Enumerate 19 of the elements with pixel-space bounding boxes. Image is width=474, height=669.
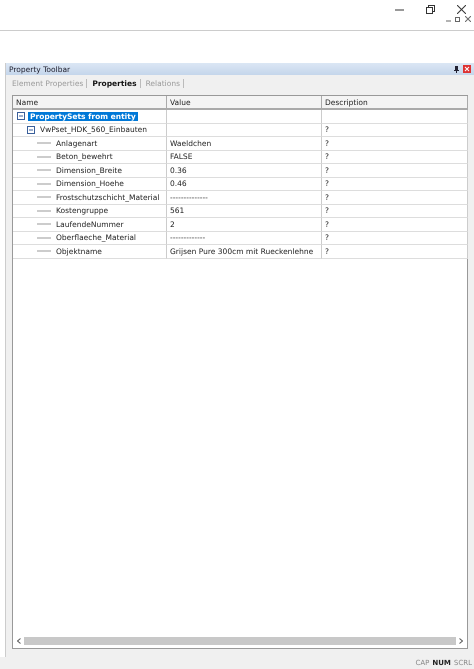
tree-line-icon bbox=[37, 236, 51, 239]
tree-line-icon bbox=[37, 210, 51, 212]
tree-line-icon bbox=[37, 156, 51, 158]
scroll-right-icon[interactable] bbox=[459, 638, 463, 644]
restore-icon[interactable] bbox=[426, 4, 435, 14]
tree-line-icon bbox=[37, 142, 51, 144]
scroll-left-icon[interactable] bbox=[17, 638, 21, 644]
scrollbar-thumb[interactable] bbox=[24, 637, 456, 645]
collapse-icon[interactable] bbox=[17, 112, 25, 120]
tree-line-icon bbox=[37, 169, 51, 172]
pin-icon[interactable] bbox=[454, 66, 459, 72]
tree-line-icon bbox=[37, 196, 51, 198]
tree-line-icon bbox=[37, 223, 51, 226]
tree-line-icon bbox=[37, 182, 51, 185]
close-icon[interactable] bbox=[457, 4, 466, 14]
close-icon[interactable] bbox=[465, 16, 471, 22]
restore-icon[interactable] bbox=[455, 16, 461, 22]
collapse-icon[interactable] bbox=[27, 126, 35, 134]
tree-line-icon bbox=[37, 250, 51, 252]
